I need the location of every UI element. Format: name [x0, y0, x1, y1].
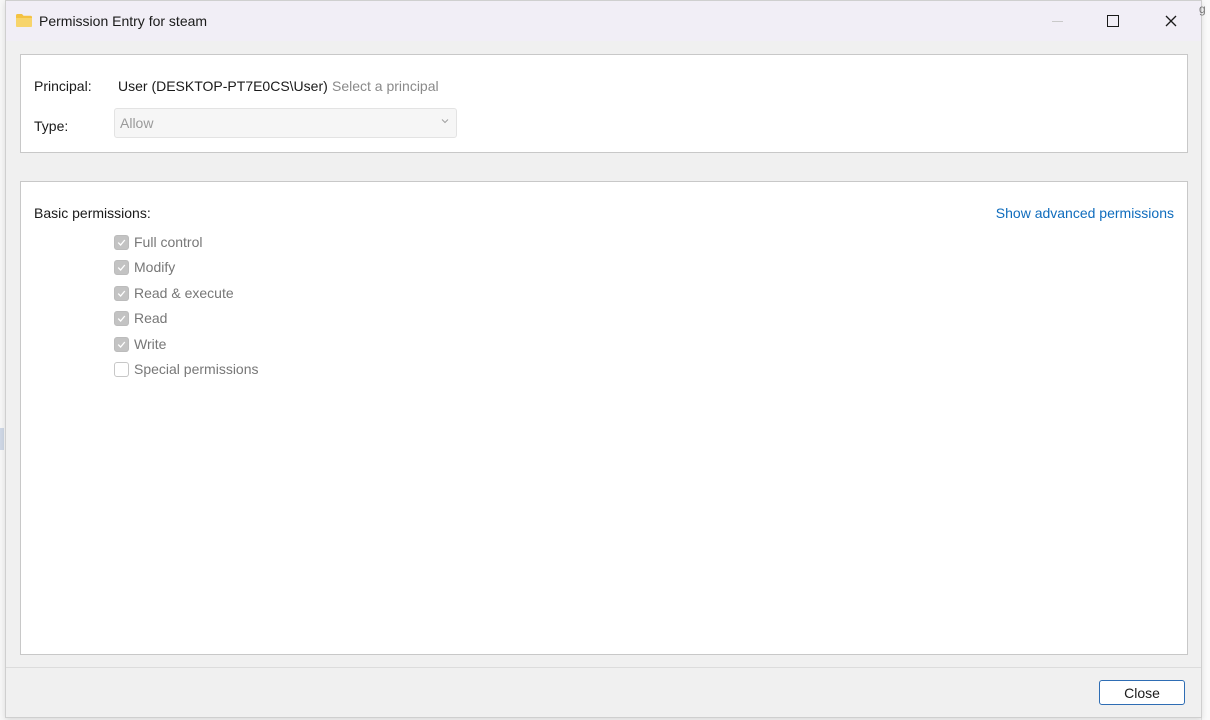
- type-dropdown[interactable]: Allow: [114, 108, 457, 138]
- chevron-down-icon: [441, 119, 449, 124]
- close-window-button[interactable]: [1143, 1, 1199, 41]
- principal-panel: Principal: User (DESKTOP-PT7E0CS\User) S…: [20, 54, 1188, 153]
- permission-label: Read & execute: [134, 285, 234, 301]
- minimize-icon: [1051, 20, 1063, 22]
- type-label: Type:: [34, 118, 69, 134]
- checkmark-icon: [117, 239, 126, 246]
- select-principal-link[interactable]: Select a principal: [332, 78, 439, 94]
- background-glyph: g: [1199, 2, 1206, 16]
- principal-value: User (DESKTOP-PT7E0CS\User): [118, 78, 328, 94]
- checkmark-icon: [117, 290, 126, 297]
- permission-read[interactable]: Read: [114, 309, 167, 327]
- window-title: Permission Entry for steam: [39, 13, 208, 29]
- checkbox-special-permissions[interactable]: [114, 361, 129, 377]
- permission-modify[interactable]: Modify: [114, 258, 175, 276]
- permission-special[interactable]: Special permissions: [114, 360, 259, 378]
- footer-divider: [6, 667, 1201, 668]
- permission-label: Read: [134, 310, 168, 326]
- principal-label: Principal:: [34, 78, 92, 94]
- permission-full-control[interactable]: Full control: [114, 233, 202, 251]
- close-button[interactable]: Close: [1099, 680, 1185, 705]
- permission-read-execute[interactable]: Read & execute: [114, 284, 234, 302]
- close-icon: [1165, 15, 1177, 27]
- permissions-panel: Basic permissions: Show advanced permiss…: [20, 181, 1188, 655]
- checkbox-full-control[interactable]: [114, 234, 129, 250]
- show-advanced-permissions-link[interactable]: Show advanced permissions: [996, 205, 1174, 221]
- maximize-icon: [1107, 15, 1119, 27]
- basic-permissions-label: Basic permissions:: [34, 205, 151, 221]
- maximize-button[interactable]: [1085, 1, 1141, 41]
- type-selected-value: Allow: [120, 115, 154, 131]
- permission-label: Full control: [134, 234, 203, 250]
- checkmark-icon: [117, 264, 126, 271]
- permission-label: Write: [134, 336, 167, 352]
- checkmark-icon: [117, 341, 126, 348]
- checkbox-modify[interactable]: [114, 259, 129, 275]
- permission-label: Special permissions: [134, 361, 259, 377]
- checkbox-read-execute[interactable]: [114, 285, 129, 301]
- checkmark-icon: [117, 315, 126, 322]
- title-bar[interactable]: Permission Entry for steam: [6, 1, 1201, 41]
- checkbox-write[interactable]: [114, 336, 129, 352]
- permission-entry-dialog: Permission Entry for steam Principal: Us…: [5, 0, 1202, 718]
- folder-icon: [15, 13, 33, 28]
- permission-write[interactable]: Write: [114, 335, 166, 353]
- background-selection-stripe: [0, 428, 4, 450]
- minimize-button[interactable]: [1029, 1, 1085, 41]
- background-window-edge: [1201, 0, 1210, 720]
- permission-label: Modify: [134, 259, 176, 275]
- checkbox-read[interactable]: [114, 310, 129, 326]
